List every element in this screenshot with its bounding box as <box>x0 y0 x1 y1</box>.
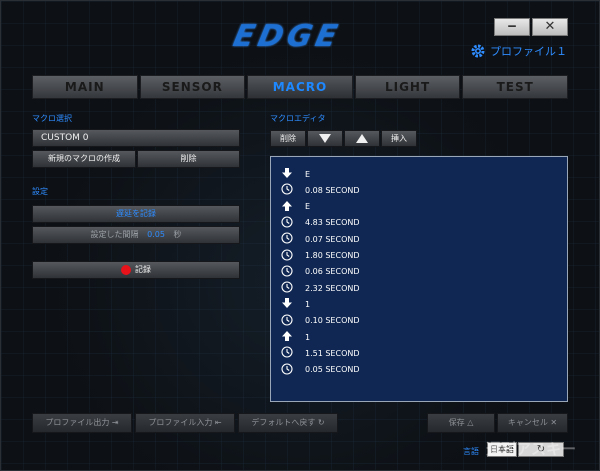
clock-icon <box>281 265 293 279</box>
interval-unit: 秒 <box>173 230 182 239</box>
macro-event-row[interactable]: 1 <box>281 330 310 344</box>
macro-event-text: 4.83 SECOND <box>305 218 360 228</box>
import-icon: ⇤ <box>214 418 222 427</box>
interval-setting: 設定した間隔 0.05 秒 <box>32 226 240 244</box>
arrow-down-icon <box>281 167 293 181</box>
insert-button[interactable]: 挿入 <box>381 130 417 147</box>
refresh-icon: ↻ <box>317 418 325 427</box>
close-x-icon: ✕ <box>550 418 558 427</box>
import-profile-button[interactable]: プロファイル入力 ⇤ <box>135 413 235 433</box>
macro-event-text: 0.08 SECOND <box>305 185 360 195</box>
macro-event-row[interactable]: E <box>281 200 310 214</box>
export-icon: ⇥ <box>111 418 119 427</box>
macro-editor-label: マクロエディタ <box>270 114 326 123</box>
macro-event-row[interactable]: 1.51 SECOND <box>281 346 360 360</box>
macro-event-row[interactable]: 1.80 SECOND <box>281 248 360 263</box>
macro-event-text: 1.51 SECOND <box>305 348 360 358</box>
record-delay-button[interactable]: 遅延を記録 <box>32 205 240 223</box>
macro-event-text: 1 <box>305 332 311 342</box>
macro-event-row[interactable]: 1 <box>281 297 310 311</box>
reset-default-label: デフォルトへ戻す <box>251 418 316 427</box>
watermark: 週刊アスキー <box>486 440 577 458</box>
arrow-up-icon <box>281 330 293 344</box>
macro-event-row[interactable]: 0.05 SECOND <box>281 363 360 377</box>
macro-event-list[interactable]: E 0.08 SECOND E 4.83 SECOND 0.07 SECOND 1.80 … <box>270 156 568 402</box>
triangle-down-icon <box>319 134 331 143</box>
clock-icon <box>281 363 293 377</box>
tab-light[interactable]: LIGHT <box>354 75 461 99</box>
macro-event-text: 1.80 SECOND <box>305 251 360 260</box>
macro-event-text: 2.32 SECOND <box>305 283 360 293</box>
macro-event-row[interactable]: 4.83 SECOND <box>281 216 360 230</box>
macro-event-text: E <box>305 169 311 179</box>
clock-icon <box>281 314 293 328</box>
macro-event-row[interactable]: 0.06 SECOND <box>281 265 360 279</box>
main-tabs: MAIN SENSOR MACRO LIGHT TEST <box>32 75 568 99</box>
macro-select-label: マクロ選択 <box>32 114 72 123</box>
save-label: 保存 <box>448 418 465 427</box>
clock-icon <box>281 248 293 263</box>
save-button[interactable]: 保存 △ <box>427 413 495 433</box>
profile-label: プロファイル１ <box>490 45 567 58</box>
move-down-button[interactable] <box>307 130 343 147</box>
macro-event-text: 1 <box>305 299 311 309</box>
macro-event-row[interactable]: 0.08 SECOND <box>281 183 360 197</box>
record-button[interactable]: 記録 <box>32 261 240 279</box>
create-macro-button[interactable]: 新規のマクロの作成 <box>32 150 136 168</box>
gear-icon <box>471 44 485 58</box>
clock-icon <box>281 281 293 295</box>
macro-event-row[interactable]: 0.10 SECOND <box>281 314 360 328</box>
delete-macro-button[interactable]: 削除 <box>137 150 240 168</box>
tab-test[interactable]: TEST <box>462 75 568 99</box>
import-profile-label: プロファイル入力 <box>148 418 213 427</box>
edge-logo: EDGE <box>230 19 345 54</box>
interval-label: 設定した間隔 <box>90 230 139 239</box>
cancel-button[interactable]: キャンセル ✕ <box>497 413 568 433</box>
cancel-label: キャンセル <box>507 418 548 427</box>
reset-default-button[interactable]: デフォルトへ戻す ↻ <box>238 413 338 433</box>
clock-icon <box>281 216 293 230</box>
arrow-up-icon <box>281 200 293 214</box>
macro-event-row[interactable]: 2.32 SECOND <box>281 281 360 295</box>
arrow-down-icon <box>281 297 293 311</box>
interval-value[interactable]: 0.05 <box>147 230 165 239</box>
macro-event-row[interactable]: 0.07 SECOND <box>281 232 360 246</box>
triangle-up-icon <box>356 134 368 143</box>
macro-event-text: 0.05 SECOND <box>305 365 360 375</box>
macro-event-row[interactable]: E <box>281 167 310 181</box>
clock-icon <box>281 346 293 360</box>
settings-label: 設定 <box>32 187 48 196</box>
export-profile-button[interactable]: プロファイル出力 ⇥ <box>32 413 132 433</box>
macro-event-text: 0.07 SECOND <box>305 234 360 244</box>
profile-selector[interactable]: プロファイル１ <box>470 42 567 60</box>
close-button[interactable]: ✕ <box>532 18 568 36</box>
editor-delete-button[interactable]: 削除 <box>270 130 306 147</box>
language-label: 言語 <box>463 447 479 456</box>
tab-main[interactable]: MAIN <box>32 75 138 99</box>
export-profile-label: プロファイル出力 <box>45 418 110 427</box>
move-up-button[interactable] <box>344 130 380 147</box>
macro-event-text: 0.10 SECOND <box>305 316 360 326</box>
macro-select-dropdown[interactable]: CUSTOM 0 <box>32 129 240 147</box>
clock-icon <box>281 183 293 197</box>
warning-icon: △ <box>467 418 474 427</box>
tab-sensor[interactable]: SENSOR <box>139 75 246 99</box>
macro-event-text: E <box>305 202 311 212</box>
record-dot-icon <box>121 264 131 275</box>
minimize-button[interactable]: ‒ <box>494 18 530 36</box>
macro-event-text: 0.06 SECOND <box>305 267 360 277</box>
tab-macro[interactable]: MACRO <box>247 75 353 99</box>
record-label: 記録 <box>135 265 151 274</box>
clock-icon <box>281 232 293 246</box>
